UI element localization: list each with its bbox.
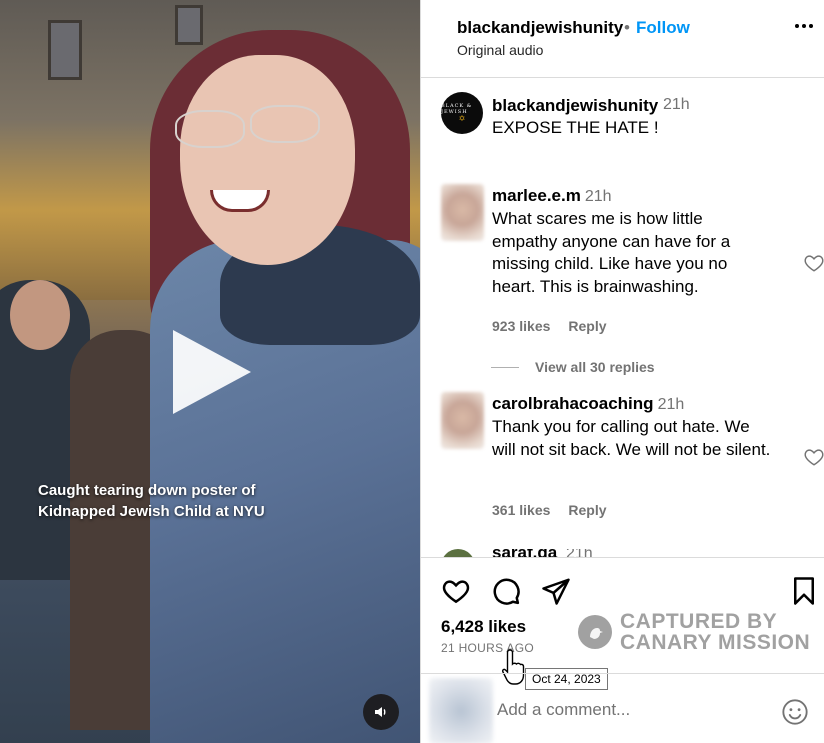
watermark: CAPTURED BY CANARY MISSION [578, 611, 810, 653]
heart-icon[interactable] [803, 446, 824, 468]
heart-icon[interactable] [803, 252, 824, 274]
comment-input[interactable] [497, 700, 757, 720]
glasses [175, 110, 245, 148]
comment-icon[interactable] [491, 576, 521, 606]
avatar [429, 678, 493, 743]
avatar[interactable] [441, 392, 484, 449]
crowd-figure-head [10, 280, 70, 350]
video-caption-line: Kidnapped Jewish Child at NYU [38, 503, 265, 520]
subject-face [180, 55, 355, 265]
emoji-icon[interactable] [781, 698, 809, 726]
follow-button[interactable]: Follow [636, 18, 690, 38]
video-caption: Caught tearing down poster of Kidnapped … [38, 480, 265, 522]
comment-time[interactable]: 21h [658, 396, 685, 413]
caption-time[interactable]: 21h [663, 96, 690, 114]
comment-time: 21h [566, 549, 593, 557]
comment-header: carolbrahacoaching 21h [492, 394, 684, 414]
comment-partial: saraf.da 21h [441, 549, 811, 557]
comment-username-text: saraf.da [492, 549, 557, 557]
bookmark-icon[interactable] [789, 576, 819, 606]
post-panel: blackandjewishunity • Follow Original au… [420, 0, 824, 743]
comment-time[interactable]: 21h [585, 188, 612, 205]
volume-button[interactable] [363, 694, 399, 730]
watermark-line: CAPTURED BY [620, 610, 778, 633]
view-replies-label: View all 30 replies [535, 359, 655, 375]
comment-text: Thank you for calling out hate. We will … [492, 417, 771, 459]
canary-icon [578, 615, 612, 649]
view-replies-button[interactable]: View all 30 replies [491, 359, 655, 375]
caption-username[interactable]: blackandjewishunity [492, 96, 658, 116]
play-icon[interactable] [173, 330, 251, 414]
avatar[interactable] [441, 184, 484, 241]
building-window [48, 20, 82, 80]
watermark-text: CAPTURED BY CANARY MISSION [620, 611, 810, 653]
video-player[interactable]: Caught tearing down poster of Kidnapped … [0, 0, 420, 743]
replies-divider [491, 366, 519, 368]
add-comment-bar [421, 673, 824, 743]
avatar[interactable] [441, 549, 475, 557]
comment-likes[interactable]: 361 likes [492, 502, 550, 518]
comment-meta: 361 likes Reply [492, 502, 625, 518]
reply-button[interactable]: Reply [568, 318, 606, 334]
star-icon: ✡ [458, 114, 466, 123]
likes-count[interactable]: 6,428 likes [441, 617, 526, 637]
volume-icon [375, 707, 386, 717]
comment-username[interactable]: marlee.e.m [492, 186, 581, 205]
post-header: blackandjewishunity • Follow Original au… [421, 0, 824, 78]
comment-header: marlee.e.m 21h [492, 186, 612, 206]
caption-text: EXPOSE THE HATE ! [492, 118, 659, 137]
share-icon[interactable] [541, 576, 571, 606]
building-window [175, 5, 203, 45]
comment-username[interactable]: carolbrahacoaching [492, 394, 654, 413]
heart-icon[interactable] [441, 576, 471, 606]
reply-button[interactable]: Reply [568, 502, 606, 518]
comment-username[interactable]: saraf.da 21h [492, 549, 593, 557]
comment-text: What scares me is how little empathy any… [492, 209, 731, 296]
glasses [250, 105, 320, 143]
more-icon[interactable] [795, 24, 813, 28]
video-caption-line: Caught tearing down poster of [38, 482, 256, 499]
header-username[interactable]: blackandjewishunity [457, 18, 623, 38]
watermark-line: CANARY MISSION [620, 631, 811, 654]
account-logo[interactable]: BLACK & JEWISH ✡ [441, 92, 483, 134]
header-separator: • [624, 18, 630, 37]
audio-link[interactable]: Original audio [457, 42, 543, 58]
comment-likes[interactable]: 923 likes [492, 318, 550, 334]
comment-meta: 923 likes Reply [492, 318, 625, 334]
